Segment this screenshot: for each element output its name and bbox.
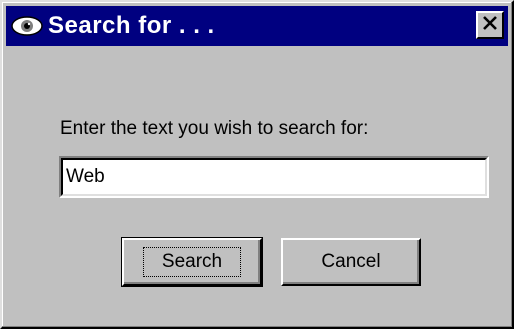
search-button[interactable]: Search: [121, 237, 263, 287]
eye-icon: [10, 12, 46, 40]
search-input-frame: [59, 156, 489, 198]
search-input[interactable]: [63, 160, 485, 194]
search-input-bevel: [61, 158, 487, 196]
cancel-button[interactable]: Cancel: [281, 238, 421, 286]
search-prompt-label: Enter the text you wish to search for:: [60, 118, 369, 139]
close-icon: [482, 15, 498, 35]
close-button[interactable]: [476, 11, 504, 39]
search-button-label: Search: [142, 247, 242, 277]
title-bar[interactable]: Search for . . .: [6, 6, 508, 46]
search-dialog: Search for . . . Enter the text you wish…: [0, 0, 514, 329]
window-title: Search for . . .: [48, 12, 215, 39]
